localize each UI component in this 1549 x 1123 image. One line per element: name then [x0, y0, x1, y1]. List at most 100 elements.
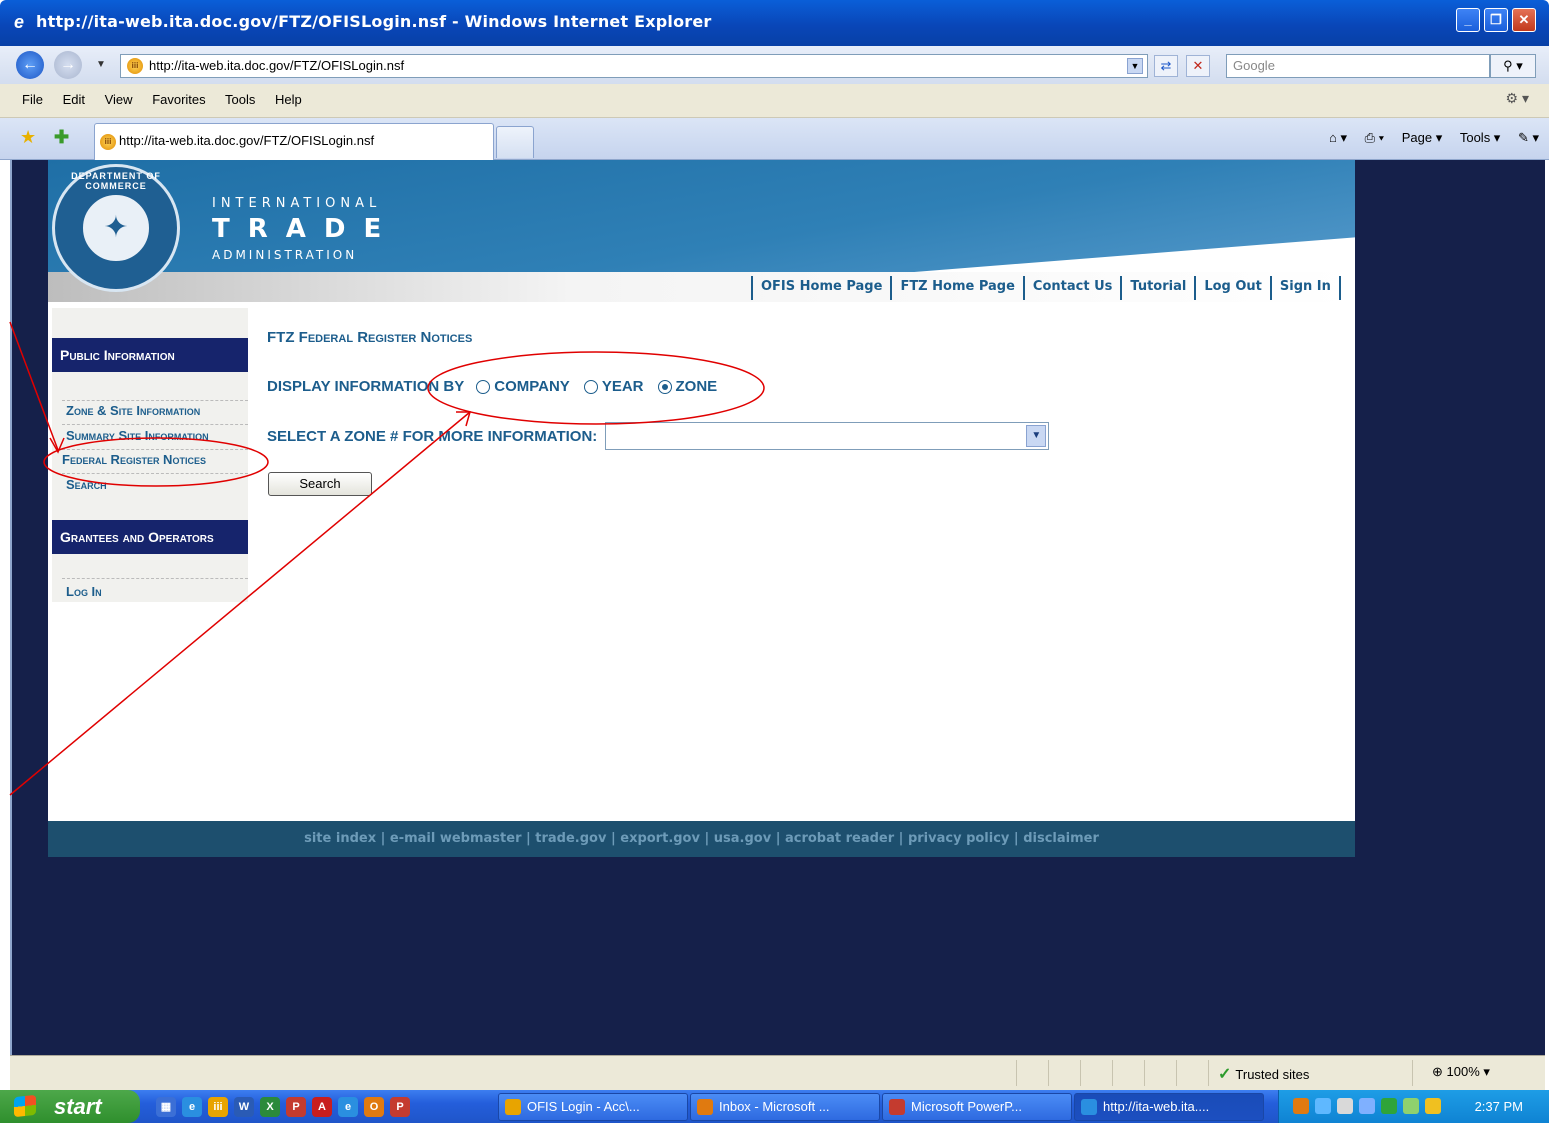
print-icon[interactable]: ⎙ ▾ [1365, 130, 1384, 145]
brand-international: INTERNATIONAL [212, 196, 382, 211]
nav-log-out[interactable]: Log Out [1196, 276, 1272, 300]
menu-favorites[interactable]: Favorites [152, 92, 205, 107]
windows-flag-icon [14, 1094, 36, 1118]
top-nav: OFIS Home Page FTZ Home Page Contact Us … [751, 276, 1341, 300]
search-button[interactable]: Search [268, 472, 372, 496]
window-title: http://ita-web.ita.doc.gov/FTZ/OFISLogin… [36, 12, 712, 31]
ita-page: DEPARTMENT OF COMMERCE ✦ INTERNATIONAL T… [48, 160, 1355, 857]
new-tab-button[interactable] [496, 126, 534, 158]
brand-administration: ADMINISTRATION [212, 248, 358, 262]
ie-task-icon [1081, 1099, 1097, 1115]
sidebar-item-federal-register[interactable]: Federal Register Notices [62, 452, 206, 467]
taskbar-item-ie[interactable]: http://ita-web.ita.... [1074, 1093, 1264, 1121]
tray-sync-icon[interactable] [1359, 1098, 1375, 1114]
search-go-button[interactable]: ⚲ ▾ [1490, 54, 1536, 78]
sidebar-heading-public: Public Information [52, 338, 248, 372]
tab-current[interactable]: iii http://ita-web.ita.doc.gov/FTZ/OFISL… [94, 123, 494, 160]
radio-year[interactable]: YEAR [583, 378, 644, 395]
menu-bar: File Edit View Favorites Tools Help ⚙ ▾ [0, 84, 1549, 118]
powerpoint2-icon[interactable]: P [390, 1097, 410, 1117]
tray-shield-icon[interactable] [1425, 1098, 1441, 1114]
tray-battery-icon[interactable] [1403, 1098, 1419, 1114]
nav-sign-in[interactable]: Sign In [1272, 276, 1341, 300]
taskbar-item-ofis[interactable]: OFIS Login - Acc\... [498, 1093, 688, 1121]
zone-select-label: SELECT A ZONE # FOR MORE INFORMATION: [267, 427, 598, 445]
outlook-task-icon [697, 1099, 713, 1115]
radio-zone-circle[interactable] [657, 379, 672, 394]
radio-year-circle[interactable] [583, 379, 598, 394]
address-url: http://ita-web.ita.doc.gov/FTZ/OFISLogin… [149, 58, 405, 73]
clock: 2:37 PM [1474, 1099, 1523, 1114]
tray-search-icon[interactable] [1315, 1098, 1331, 1114]
word-icon[interactable]: W [234, 1097, 254, 1117]
zoom-icon: ⊕ [1432, 1064, 1447, 1079]
home-icon[interactable]: ⌂ ▾ [1329, 130, 1347, 145]
add-favorite-icon[interactable]: ✚ [54, 127, 69, 148]
stop-button[interactable]: ✕ [1186, 55, 1210, 77]
favorites-star-icon[interactable]: ★ [20, 127, 36, 148]
outlook-icon[interactable]: O [364, 1097, 384, 1117]
research-pen-icon[interactable]: ✎ ▾ [1518, 130, 1539, 145]
sidebar-heading-grantees: Grantees and Operators [52, 520, 248, 554]
checkmark-icon: ✓ [1218, 1066, 1232, 1083]
ofis-quicklaunch-icon[interactable]: iii [208, 1097, 228, 1117]
address-dropdown-icon[interactable]: ▼ [1127, 58, 1143, 74]
zone-select[interactable]: ▼ [605, 422, 1050, 450]
address-input[interactable]: iii http://ita-web.ita.doc.gov/FTZ/OFISL… [120, 54, 1148, 78]
menu-help[interactable]: Help [275, 92, 302, 107]
menu-tools[interactable]: Tools [225, 92, 255, 107]
title-bar: e http://ita-web.ita.doc.gov/FTZ/OFISLog… [0, 0, 1549, 46]
ie-quicklaunch-icon[interactable]: e [182, 1097, 202, 1117]
menu-view[interactable]: View [105, 92, 133, 107]
excel-icon[interactable]: X [260, 1097, 280, 1117]
powerpoint-icon[interactable]: P [286, 1097, 306, 1117]
show-desktop-icon[interactable]: ▦ [156, 1097, 176, 1117]
commerce-seal-icon: DEPARTMENT OF COMMERCE ✦ [52, 164, 180, 292]
system-tray: 2:37 PM [1278, 1090, 1549, 1123]
close-button[interactable]: ✕ [1512, 8, 1536, 32]
ofis-task-icon [505, 1099, 521, 1115]
radio-company-circle[interactable] [476, 379, 491, 394]
radio-zone[interactable]: ZONE [657, 378, 717, 395]
tools-menu[interactable]: Tools ▾ [1460, 130, 1501, 145]
minimize-button[interactable]: _ [1456, 8, 1480, 32]
site-footer[interactable]: site index | e-mail webmaster | trade.go… [48, 821, 1355, 857]
menu-edit[interactable]: Edit [63, 92, 85, 107]
security-zone[interactable]: ✓ Trusted sites [1218, 1064, 1309, 1084]
page-menu[interactable]: Page ▾ [1402, 130, 1443, 145]
ita-banner: DEPARTMENT OF COMMERCE ✦ INTERNATIONAL T… [48, 160, 1355, 302]
maximize-button[interactable]: ❐ [1484, 8, 1508, 32]
forward-button[interactable]: → [54, 51, 82, 79]
display-by-label: DISPLAY INFORMATION BY [267, 378, 465, 395]
tray-outlook-icon[interactable] [1293, 1098, 1309, 1114]
back-button[interactable]: ← [16, 51, 44, 79]
powerpoint-task-icon [889, 1099, 905, 1115]
ie-logo-icon: e [14, 12, 25, 32]
tray-security-icon[interactable] [1381, 1098, 1397, 1114]
sidebar-item-search[interactable]: Search [66, 477, 107, 492]
menu-file[interactable]: File [22, 92, 43, 107]
nav-ftz-home[interactable]: FTZ Home Page [892, 276, 1025, 300]
sidebar-item-zone-site[interactable]: Zone & Site Information [66, 403, 200, 418]
start-button[interactable]: start [0, 1090, 140, 1123]
tray-network-icon[interactable] [1337, 1098, 1353, 1114]
refresh-button[interactable]: ⇄ [1154, 55, 1178, 77]
acrobat-icon[interactable]: A [312, 1097, 332, 1117]
taskbar-item-inbox[interactable]: Inbox - Microsoft ... [690, 1093, 880, 1121]
sidebar-item-log-in[interactable]: Log In [66, 584, 102, 599]
search-input[interactable]: Google [1226, 54, 1490, 78]
ie2-icon[interactable]: e [338, 1097, 358, 1117]
recent-pages-dropdown-icon[interactable]: ▼ [96, 59, 106, 70]
radio-company[interactable]: COMPANY [476, 378, 570, 395]
chevron-down-icon[interactable]: ▼ [1026, 425, 1047, 447]
tab-favicon-icon: iii [100, 134, 116, 150]
sidebar-item-summary-site[interactable]: Summary Site Information [66, 428, 209, 443]
site-favicon-icon: iii [127, 58, 143, 74]
taskbar: start ▦ e iii W X P A e O P OFIS Login -… [0, 1090, 1549, 1123]
zoom-level[interactable]: ⊕ 100% ▾ [1432, 1064, 1490, 1080]
nav-ofis-home[interactable]: OFIS Home Page [751, 276, 893, 300]
translate-icon[interactable]: ⚙ ▾ [1506, 90, 1529, 107]
nav-contact-us[interactable]: Contact Us [1025, 276, 1123, 300]
taskbar-item-powerpoint[interactable]: Microsoft PowerP... [882, 1093, 1072, 1121]
nav-tutorial[interactable]: Tutorial [1122, 276, 1197, 300]
